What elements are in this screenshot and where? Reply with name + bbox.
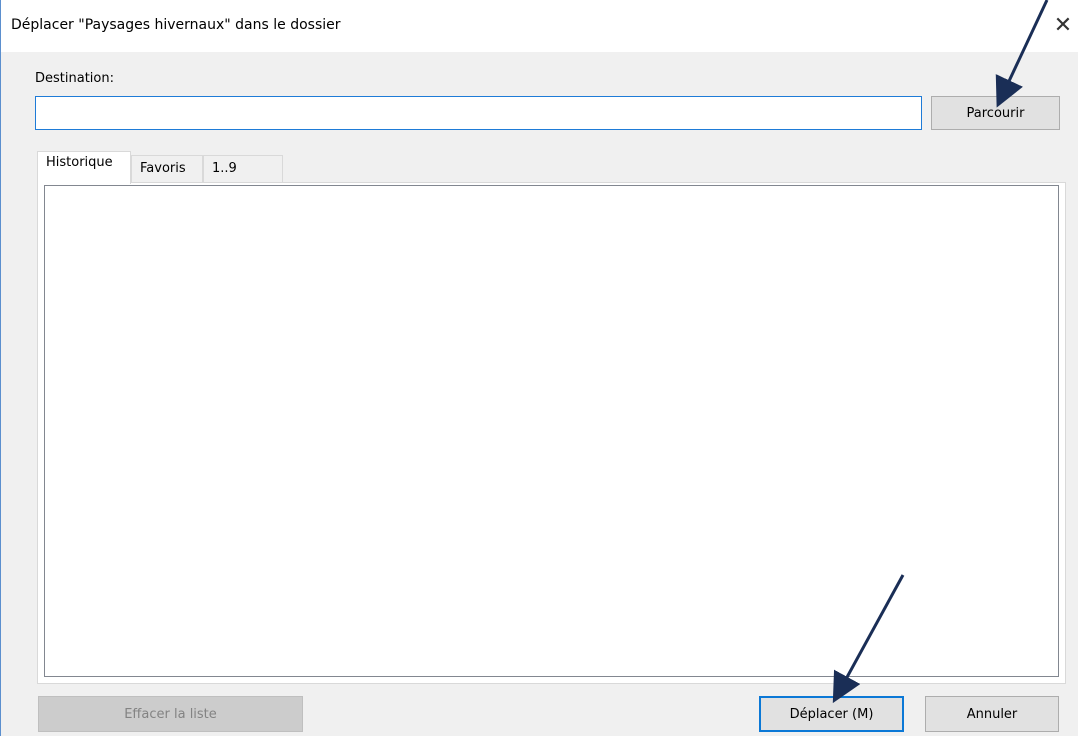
history-list[interactable] bbox=[44, 185, 1059, 677]
destination-label: Destination: bbox=[35, 71, 114, 86]
clear-list-button: Effacer la liste bbox=[38, 696, 303, 732]
destination-input[interactable] bbox=[35, 96, 922, 130]
tab-numbered[interactable]: 1..9 bbox=[203, 155, 283, 183]
tab-favorites[interactable]: Favoris bbox=[131, 155, 203, 183]
browse-button[interactable]: Parcourir bbox=[931, 96, 1060, 130]
cancel-button[interactable]: Annuler bbox=[925, 696, 1059, 732]
tab-history[interactable]: Historique bbox=[37, 151, 131, 184]
title-bar: Déplacer "Paysages hivernaux" dans le do… bbox=[1, 0, 1078, 52]
close-icon[interactable]: ✕ bbox=[1051, 14, 1075, 38]
tab-panel bbox=[37, 182, 1066, 684]
dialog-title: Déplacer "Paysages hivernaux" dans le do… bbox=[11, 17, 341, 33]
move-dialog: Déplacer "Paysages hivernaux" dans le do… bbox=[0, 0, 1078, 736]
move-button[interactable]: Déplacer (M) bbox=[759, 696, 904, 732]
